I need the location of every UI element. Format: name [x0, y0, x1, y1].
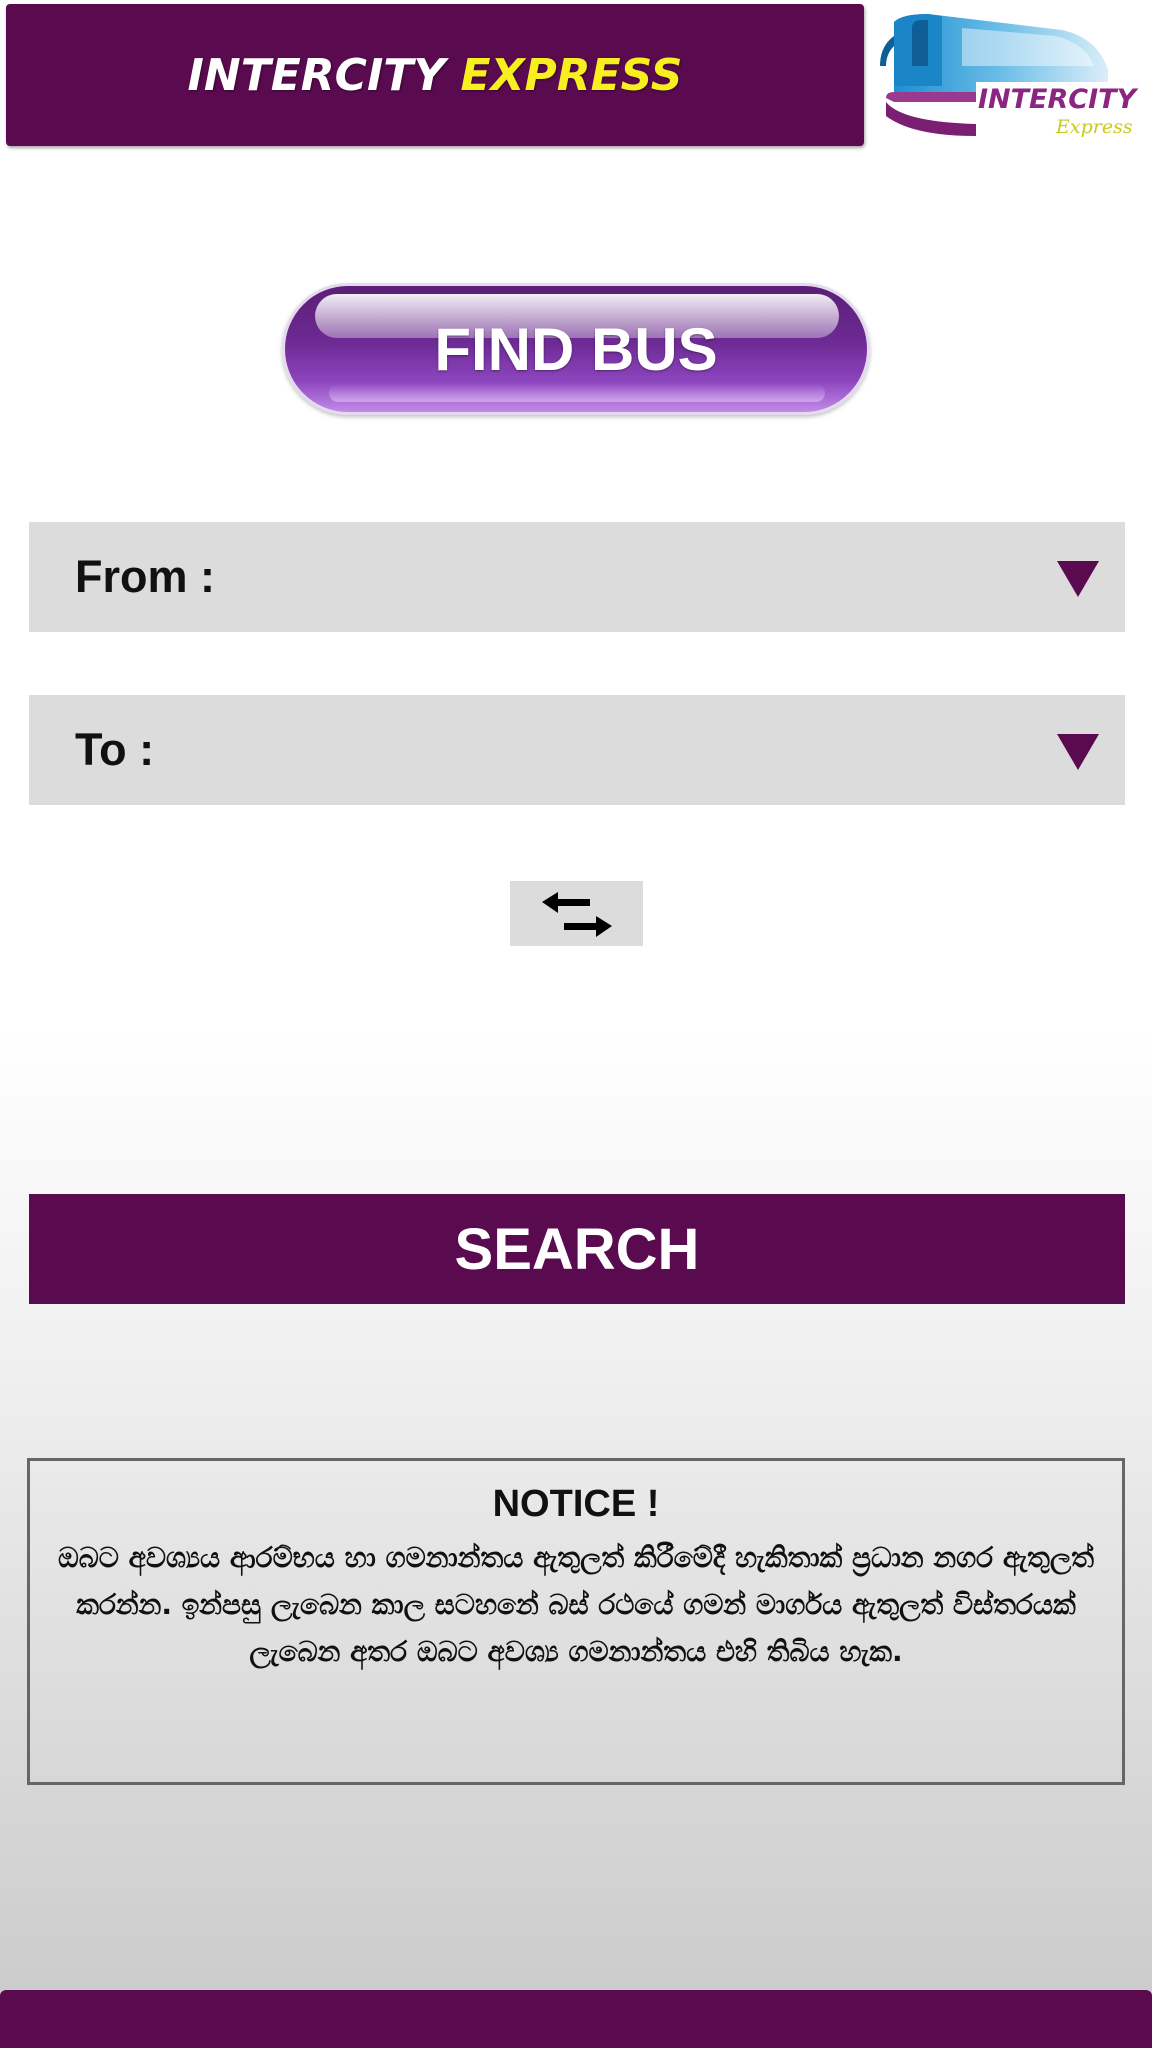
footer-bar [0, 1990, 1152, 2048]
notice-title: NOTICE ! [492, 1483, 660, 1525]
to-select[interactable]: To : [29, 695, 1125, 805]
from-select[interactable]: From : [29, 522, 1125, 632]
to-label: To : [75, 724, 155, 775]
find-bus-button[interactable]: FIND BUS [282, 283, 870, 415]
button-gloss-bottom [329, 384, 825, 402]
notice-panel: NOTICE ! ඔබට අවශ්‍යය ආරම්භය හා ගමනාන්තය … [27, 1458, 1125, 1785]
app-title-express: EXPRESS [460, 49, 683, 101]
swap-locations-button[interactable] [510, 881, 643, 946]
swap-arrows-icon [541, 891, 612, 937]
triangle-down-icon [1057, 561, 1099, 597]
app-title-intercity: INTERCITY [187, 49, 446, 101]
from-label: From : [75, 551, 215, 602]
logo-subtext: Express [1056, 116, 1133, 138]
find-bus-label: FIND BUS [434, 315, 718, 383]
triangle-down-icon [1057, 734, 1099, 770]
search-button[interactable]: SEARCH [29, 1194, 1125, 1304]
header-banner: INTERCITY EXPRESS [6, 4, 864, 146]
logo-text: INTERCITY [978, 84, 1137, 115]
app-title: INTERCITY EXPRESS [188, 50, 683, 101]
intercity-logo: INTERCITY Express [872, 6, 1148, 146]
notice-body: ඔබට අවශ්‍යය ආරම්භය හා ගමනාන්තය ඇතුලත් කි… [58, 1541, 1094, 1668]
